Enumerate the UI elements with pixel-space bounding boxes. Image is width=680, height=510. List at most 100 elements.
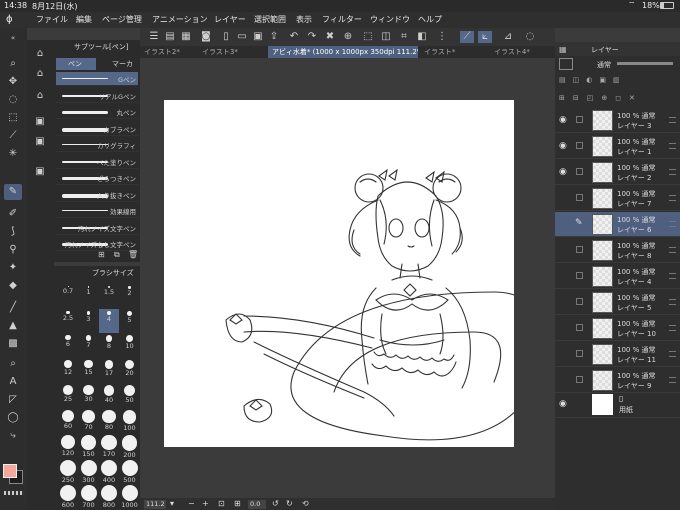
hamburger-menu-icon[interactable]: ☰ [148,31,160,43]
brush-size-option[interactable]: 5 [120,309,140,333]
decoration-tool-icon[interactable]: ✦ [4,260,22,276]
brush-item[interactable]: べた塗りペン [56,155,138,169]
brush-size-option[interactable]: 200 [120,434,140,459]
crop-icon[interactable]: ⌗ [398,31,410,43]
app-logo-icon[interactable]: ϕ [6,14,13,25]
menu-page[interactable]: ページ管理 [102,14,142,25]
layer-lock-checkbox[interactable] [576,272,583,279]
layer-visibility-icon[interactable]: ◉ [559,167,567,177]
rotate-right-icon[interactable]: ↻ [286,499,293,508]
balloon-tool-icon[interactable]: ◯ [4,410,22,426]
transparent-color-swatch[interactable] [4,491,24,495]
layer-row[interactable]: 100 % 通常 レイヤー 11 [555,342,680,367]
layer-lock-checkbox[interactable] [576,142,583,149]
brush-size-option[interactable]: 25 [58,384,78,408]
brush-size-option[interactable]: 100 [120,409,140,433]
snap-ruler-icon[interactable]: ⟋ [460,31,474,43]
brush-size-option[interactable]: 170 [99,434,119,458]
layer-drag-handle[interactable] [669,273,676,279]
subtool-tab-marker[interactable]: マーカー [98,58,138,80]
layout-icon[interactable]: ▦ [180,31,192,43]
zoom-value[interactable]: 111.2 [144,500,166,509]
brush-size-option[interactable]: 70 [79,409,99,433]
layer-lock-checkbox[interactable] [576,194,583,201]
brush-size-option[interactable]: 1000 [120,484,140,509]
invert-selection-icon[interactable]: ◫ [380,31,392,43]
layer-drag-handle[interactable] [669,299,676,305]
layer-row[interactable]: 100 % 通常 レイヤー 4 [555,264,680,289]
duplicate-subtool-icon[interactable]: ⧉ [114,250,120,260]
layer-row[interactable]: ◉ 100 % 通常 レイヤー 2 [555,160,680,185]
layer-visibility-icon[interactable]: ◉ [559,141,567,151]
drawing-canvas[interactable] [164,100,540,447]
brush-item[interactable]: カリグラフィ [56,138,138,152]
brush-item[interactable]: 効果線用 [56,204,138,218]
reset-rotation-icon[interactable]: ⟲ [302,499,309,508]
tab-doc-1[interactable]: イラスト2* [140,46,196,58]
move-tool-icon[interactable]: ✥ [4,74,22,90]
brush-size-option[interactable]: 0.7 [58,284,78,308]
camera-icon[interactable]: ◙ [200,31,212,43]
layer-row[interactable]: 100 % 通常 レイヤー 8 [555,238,680,263]
layer-row[interactable]: 100 % 通常 レイヤー 5 [555,290,680,315]
menu-selection[interactable]: 選択範囲 [254,14,286,25]
brush-size-option[interactable]: 300 [79,459,99,484]
layer-drag-handle[interactable] [669,377,676,383]
layer-properties-icon[interactable] [559,58,573,70]
layer-drag-handle[interactable] [669,221,676,227]
brush-size-option[interactable]: 50 [120,384,140,408]
new-subtool-icon[interactable]: ⊞ [98,250,105,259]
menu-animation[interactable]: アニメーション [152,14,208,25]
main-color-swatch[interactable] [3,464,17,478]
open-folder-icon[interactable]: ▭ [236,31,248,43]
save-icon[interactable]: ▣ [252,31,264,43]
brush-size-option[interactable]: 40 [99,384,119,408]
layer-row[interactable]: 100 % 通常 レイヤー 6 ✎ [555,212,680,237]
transform-icon[interactable]: ⊕ [342,31,354,43]
menu-file[interactable]: ファイル [36,14,68,25]
brush-size-option[interactable]: 1 [79,284,99,308]
brush-size-option[interactable]: 3 [79,309,99,333]
opacity-slider[interactable] [617,62,673,65]
brush-size-option[interactable]: 12 [58,359,78,383]
brush-size-option[interactable]: 1.5 [99,284,119,308]
menu-filter[interactable]: フィルター [322,14,362,25]
subtool-group-pencil-icon[interactable]: ⌂ [31,66,49,82]
layer-lock-checkbox[interactable] [576,116,583,123]
zoom-in-icon[interactable]: + [202,499,209,508]
brush-size-option[interactable]: 8 [99,334,119,358]
brush-size-option[interactable]: 20 [120,359,140,383]
brush-size-option[interactable]: 6 [58,334,78,358]
layer-row[interactable]: 100 % 通常 レイヤー 10 [555,316,680,341]
brush-size-option[interactable]: 10 [120,334,140,358]
layer-drag-handle[interactable] [669,351,676,357]
brush-size-option[interactable]: 700 [79,484,99,509]
redo-icon[interactable]: ↷ [306,31,318,43]
figure-tool-icon[interactable]: ⌕ [4,356,22,372]
pen-tool-icon[interactable]: ✎ [4,184,22,200]
brush-size-option[interactable]: 500 [120,459,140,484]
fill-selection-icon[interactable]: ◧ [416,31,428,43]
brush-size-option[interactable]: 2 [120,284,140,308]
undo-icon[interactable]: ↶ [288,31,300,43]
layer-toolbar-row2[interactable]: ⊞⊟◰⊕◻✕ [559,94,677,102]
layer-drag-handle[interactable] [669,143,676,149]
text-tool-icon[interactable]: A [4,374,22,390]
layer-drag-handle[interactable] [669,169,676,175]
menu-view[interactable]: 表示 [296,14,312,25]
pencil-tool-icon[interactable]: ✐ [4,206,22,222]
brush-size-option[interactable]: 800 [99,484,119,509]
page-manage-icon[interactable]: ▤ [164,31,176,43]
brush-size-option[interactable]: 2.5 [58,309,78,333]
tab-doc-2[interactable]: イラスト3* [198,46,266,58]
palette-collapse-icon[interactable]: « [4,30,22,46]
zoom-out-icon[interactable]: − [188,499,195,508]
brush-item[interactable]: Gペン [56,72,138,86]
brush-item[interactable]: 入り抜きペン [56,188,138,202]
brush-size-option[interactable]: 150 [79,434,99,458]
subtool-panel-c-icon[interactable]: ▣ [31,164,49,180]
help-icon[interactable]: ◌ [524,31,536,43]
brush-item[interactable]: カブラペン [56,122,138,136]
eyedropper-tool-icon[interactable]: ⟋ [4,128,22,144]
brush-size-option[interactable]: 7 [79,334,99,358]
